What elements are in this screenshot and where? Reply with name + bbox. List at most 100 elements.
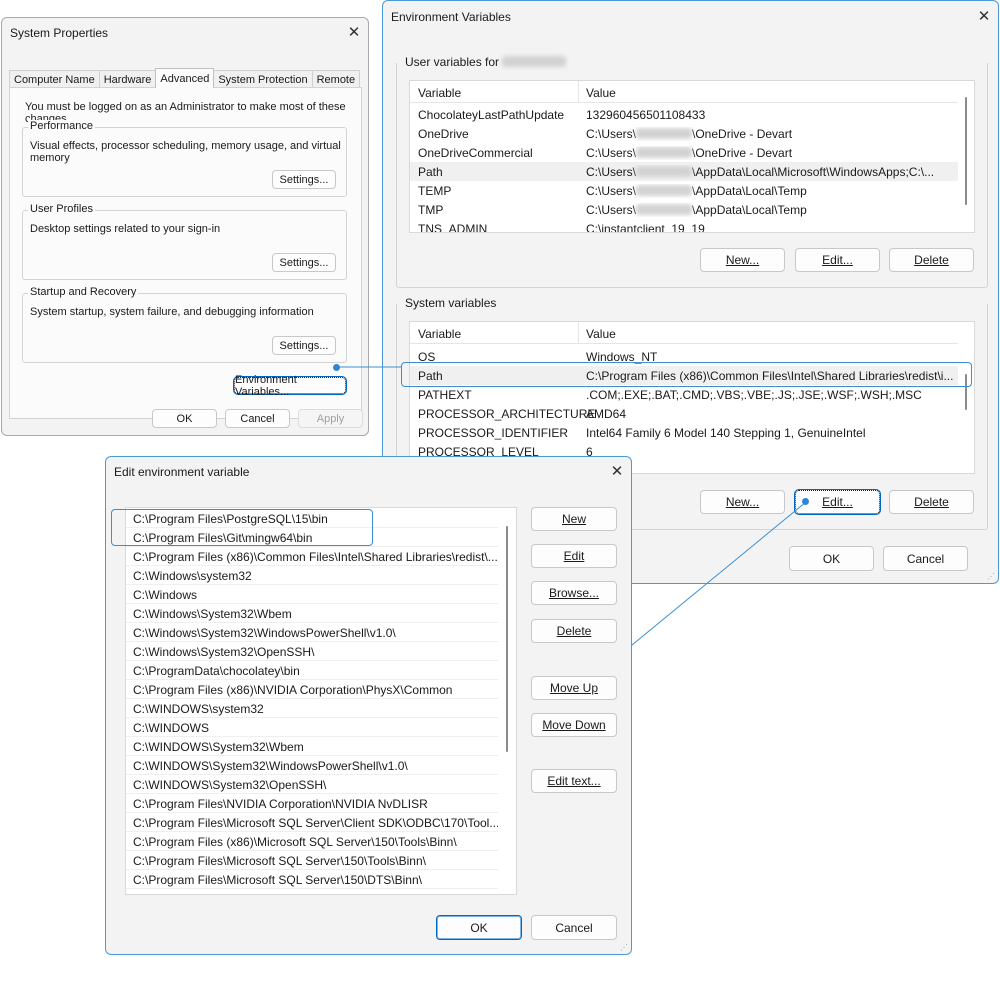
callout-dot-icon — [333, 364, 340, 371]
user-new-button[interactable]: New... — [700, 248, 785, 272]
user-profiles-title: User Profiles — [28, 203, 95, 215]
path-entry[interactable]: C:\Program Files\Microsoft SQL Server\15… — [126, 851, 498, 870]
user-profiles-settings-button[interactable]: Settings... — [272, 253, 336, 272]
user-profiles-group: User Profiles Desktop settings related t… — [22, 203, 347, 280]
user-profiles-desc: Desktop settings related to your sign-in — [30, 223, 221, 235]
column-value[interactable]: Value — [586, 327, 616, 341]
column-variable[interactable]: Variable — [418, 86, 461, 100]
tab-system-protection[interactable]: System Protection — [213, 70, 313, 88]
user-variable-row[interactable]: TEMP C:\Users\ \AppData\Local\Temp — [410, 181, 958, 200]
system-variables-scrollbar[interactable] — [958, 322, 974, 473]
path-entry[interactable]: C:\Program Files (x86)\NVIDIA Corporatio… — [126, 680, 498, 699]
close-icon[interactable]: ✕ — [607, 460, 627, 482]
system-variable-row[interactable]: PROCESSOR_ARCHITECTURE AMD64 — [410, 404, 958, 423]
system-properties-cancel-button[interactable]: Cancel — [225, 409, 290, 428]
edit-env-ok-button[interactable]: OK — [436, 915, 522, 940]
environment-variables-ok-button[interactable]: OK — [789, 546, 874, 571]
startup-recovery-desc: System startup, system failure, and debu… — [30, 306, 314, 318]
path-entry[interactable]: C:\WINDOWS — [126, 718, 498, 737]
system-new-button[interactable]: New... — [700, 490, 785, 514]
close-icon[interactable]: ✕ — [974, 5, 994, 27]
performance-group: Performance Visual effects, processor sc… — [22, 120, 347, 197]
path-entry[interactable]: C:\Program Files\Microsoft SQL Server\15… — [126, 870, 498, 889]
path-entry[interactable]: C:\Program Files\NVIDIA Corporation\NVID… — [126, 794, 498, 813]
new-paths-highlight — [111, 509, 373, 546]
startup-recovery-group: Startup and Recovery System startup, sys… — [22, 286, 347, 363]
path-entry[interactable]: C:\Program Files\Microsoft SQL Server\Cl… — [126, 813, 499, 832]
path-entry[interactable]: C:\ProgramData\chocolatey\bin — [126, 661, 498, 680]
user-variables-scrollbar[interactable] — [958, 81, 974, 232]
environment-variables-cancel-button[interactable]: Cancel — [883, 546, 968, 571]
system-properties-titlebar[interactable]: System Properties ✕ — [2, 18, 368, 48]
tab-hardware[interactable]: Hardware — [98, 70, 157, 88]
user-variable-row-selected[interactable]: Path C:\Users\ \AppData\Local\Microsoft\W… — [410, 162, 958, 181]
user-edit-button[interactable]: Edit... — [795, 248, 880, 272]
system-variable-row[interactable]: PROCESSOR_IDENTIFIER Intel64 Family 6 Mo… — [410, 423, 958, 442]
callout-dot-icon — [802, 498, 809, 505]
path-move-up-button[interactable]: Move Up — [531, 676, 617, 700]
user-variables-list[interactable]: Variable Value ChocolateyLastPathUpdate … — [409, 80, 975, 233]
path-entries-list[interactable]: C:\Program Files\PostgreSQL\15\bin C:\Pr… — [125, 507, 517, 895]
user-variable-row[interactable]: TNS_ADMIN C:\instantclient_19_19 — [410, 219, 958, 232]
path-entry[interactable]: C:\Windows — [126, 585, 498, 604]
system-properties-title: System Properties — [10, 26, 109, 40]
system-properties-ok-button[interactable]: OK — [152, 409, 217, 428]
user-variables-header: Variable Value — [410, 81, 958, 103]
path-entry[interactable]: C:\WINDOWS\System32\Wbem — [126, 737, 498, 756]
resize-grip-icon[interactable]: ⋰ — [620, 943, 629, 952]
path-delete-button[interactable]: Delete — [531, 619, 617, 643]
user-variable-row[interactable]: OneDrive C:\Users\ \OneDrive - Devart — [410, 124, 958, 143]
startup-settings-button[interactable]: Settings... — [272, 336, 336, 355]
path-entry[interactable]: C:\Program Files (x86)\Microsoft SQL Ser… — [126, 832, 498, 851]
path-entry[interactable]: C:\WINDOWS\System32\WindowsPowerShell\v1… — [126, 756, 498, 775]
resize-grip-icon[interactable]: ⋰ — [987, 572, 996, 581]
system-variables-list[interactable]: Variable Value OS Windows_NT Path C:\Pro… — [409, 321, 975, 474]
advanced-tab-panel: You must be logged on as an Administrato… — [9, 87, 362, 419]
performance-desc: Visual effects, processor scheduling, me… — [30, 140, 341, 164]
path-browse-button[interactable]: Browse... — [531, 581, 617, 605]
column-variable[interactable]: Variable — [418, 327, 461, 341]
edit-env-titlebar[interactable]: Edit environment variable ✕ — [106, 457, 631, 487]
path-entry[interactable]: C:\Program Files (x86)\Common Files\Inte… — [126, 547, 498, 566]
system-properties-window: System Properties ✕ Computer Name Hardwa… — [1, 17, 369, 436]
column-value[interactable]: Value — [586, 86, 616, 100]
path-entry[interactable]: C:\Windows\System32\WindowsPowerShell\v1… — [126, 623, 498, 642]
path-edit-text-button[interactable]: Edit text... — [531, 769, 617, 793]
path-entry[interactable]: C:\WINDOWS\System32\OpenSSH\ — [126, 775, 498, 794]
system-delete-button[interactable]: Delete — [889, 490, 974, 514]
performance-settings-button[interactable]: Settings... — [272, 170, 336, 189]
user-delete-button[interactable]: Delete — [889, 248, 974, 272]
edit-env-cancel-button[interactable]: Cancel — [531, 915, 617, 940]
tab-advanced[interactable]: Advanced — [155, 68, 215, 88]
user-variables-group: User variables for Variable Value Chocol… — [396, 55, 988, 288]
path-entry[interactable]: C:\Windows\system32 — [126, 566, 498, 585]
user-variable-row[interactable]: ChocolateyLastPathUpdate 132960456501108… — [410, 105, 958, 124]
system-variable-row[interactable]: PATHEXT .COM;.EXE;.BAT;.CMD;.VBS;.VBE;.J… — [410, 385, 958, 404]
path-edit-button[interactable]: Edit — [531, 544, 617, 568]
close-icon[interactable]: ✕ — [344, 21, 364, 43]
edit-env-title: Edit environment variable — [114, 465, 250, 479]
path-list-scrollbar[interactable] — [498, 508, 516, 894]
path-move-down-button[interactable]: Move Down — [531, 713, 617, 737]
environment-variables-title: Environment Variables — [391, 10, 511, 24]
environment-variables-titlebar[interactable]: Environment Variables ✕ — [383, 1, 998, 31]
path-entry[interactable]: C:\Windows\System32\OpenSSH\ — [126, 642, 498, 661]
system-properties-apply-button[interactable]: Apply — [298, 409, 363, 428]
redacted-username — [502, 56, 567, 67]
redacted-username — [636, 166, 693, 177]
path-new-button[interactable]: New — [531, 507, 617, 531]
scroll-thumb[interactable] — [506, 526, 508, 752]
redacted-username — [636, 147, 693, 158]
path-entry[interactable]: C:\Windows\System32\Wbem — [126, 604, 498, 623]
tab-computer-name[interactable]: Computer Name — [9, 70, 100, 88]
path-entry[interactable]: C:\WINDOWS\system32 — [126, 699, 498, 718]
user-variable-row[interactable]: TMP C:\Users\ \AppData\Local\Temp — [410, 200, 958, 219]
system-properties-tabs: Computer Name Hardware Advanced System P… — [9, 68, 361, 88]
performance-title: Performance — [28, 120, 95, 132]
tab-remote[interactable]: Remote — [311, 70, 361, 88]
environment-variables-button[interactable]: Environment Variables... — [234, 374, 346, 398]
system-variables-label: System variables — [405, 296, 497, 310]
scroll-thumb[interactable] — [965, 97, 967, 205]
user-variable-row[interactable]: OneDriveCommercial C:\Users\ \OneDrive - … — [410, 143, 958, 162]
startup-recovery-title: Startup and Recovery — [28, 286, 139, 298]
